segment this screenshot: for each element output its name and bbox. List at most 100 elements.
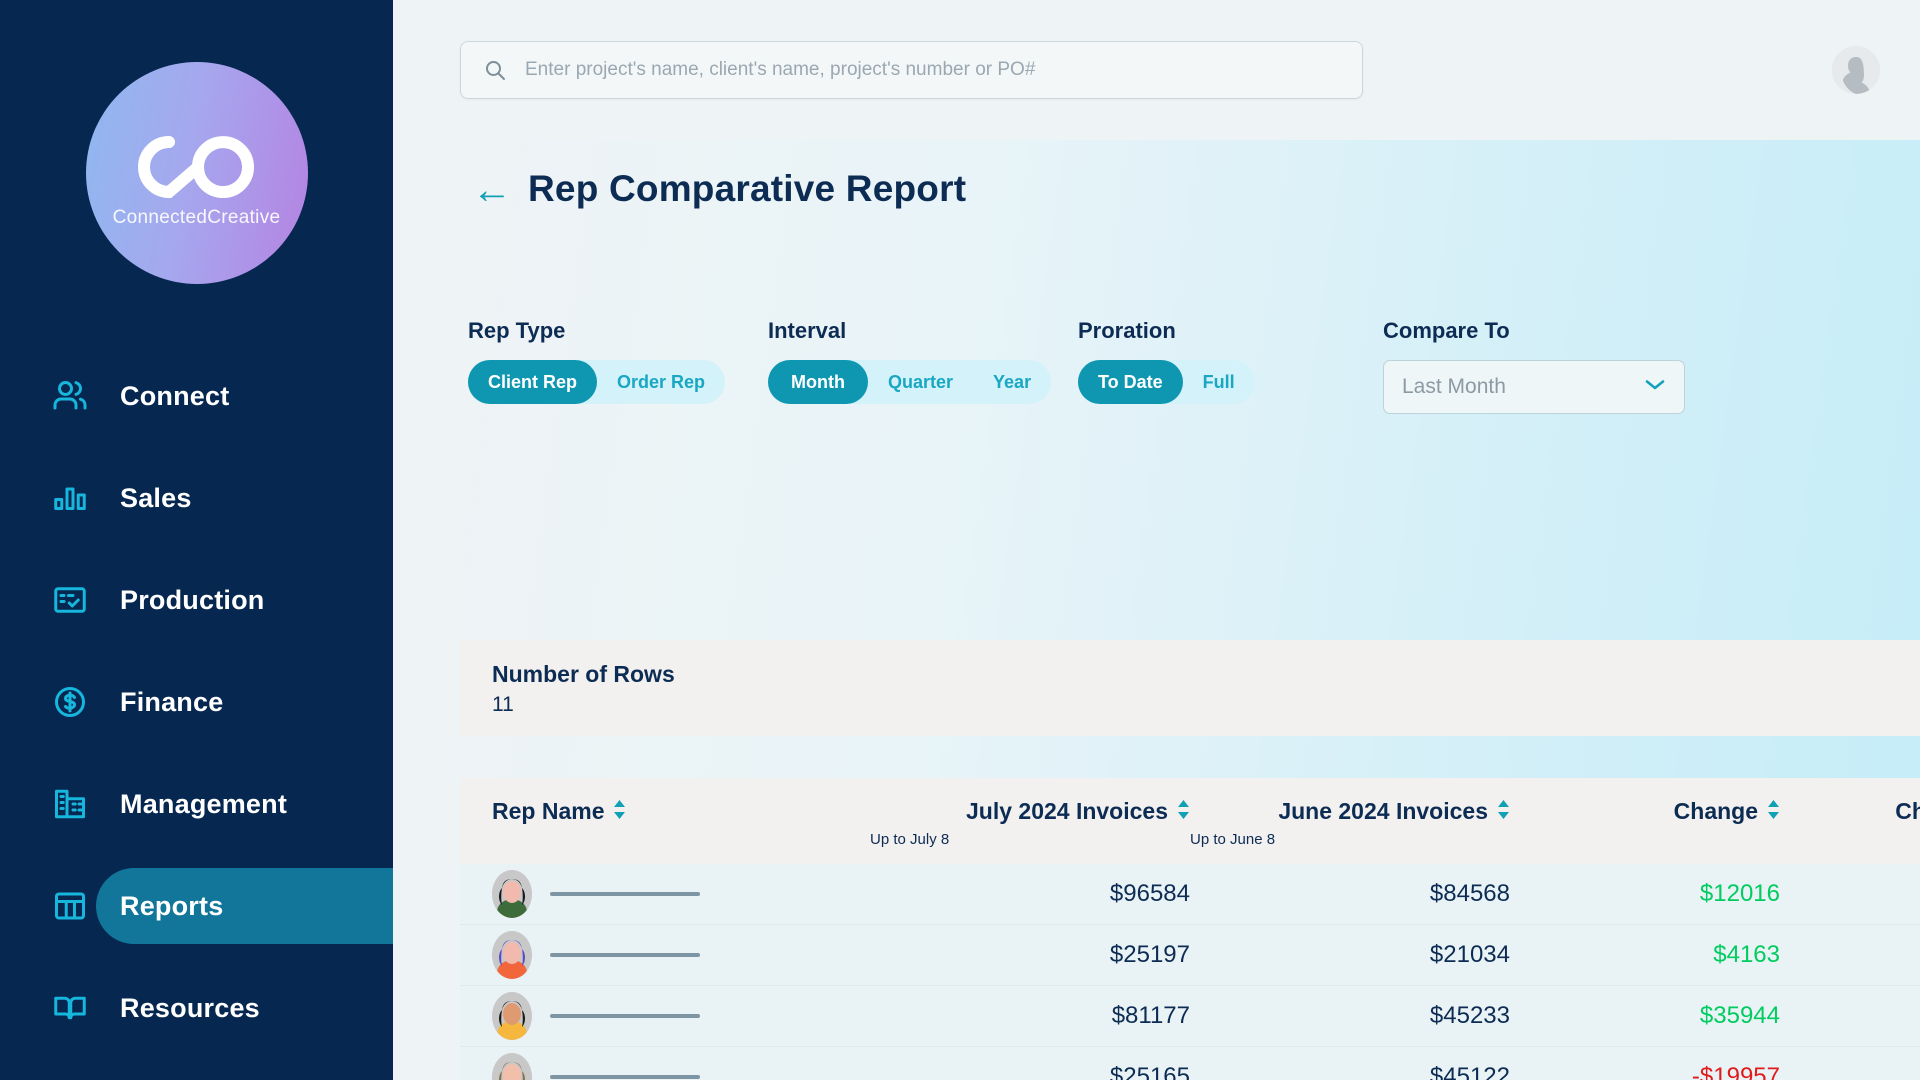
june-invoices-cell: $45233 — [1429, 1002, 1510, 1029]
topbar: Enter project's name, client's name, pro… — [393, 0, 1920, 140]
column-label: Rep Name — [492, 798, 605, 824]
arrow-left-icon[interactable]: ← — [472, 170, 512, 210]
change-cell: $4163 — [1713, 941, 1780, 968]
avatar — [492, 1053, 532, 1080]
compare-to-value: Last Month — [1402, 375, 1506, 398]
page-title: Rep Comparative Report — [528, 168, 967, 209]
row-count-label: Number of Rows — [492, 661, 675, 687]
rep-type-option-order-rep[interactable]: Order Rep — [597, 360, 725, 404]
rep-name-redacted — [550, 953, 700, 957]
rep-name-redacted — [550, 1014, 700, 1018]
filter-label: Compare To — [1383, 318, 1510, 343]
july-invoices-cell: $96584 — [1109, 880, 1190, 907]
column-label: June 2024 Invoices — [1278, 798, 1488, 824]
rep-name-cell — [460, 931, 870, 979]
june-invoices-cell: $84568 — [1429, 880, 1510, 907]
compare-to-select[interactable]: Last Month — [1383, 360, 1685, 414]
sidebar-item-label: Finance — [120, 686, 224, 717]
sidebar-item-connect[interactable]: Connect — [0, 358, 393, 434]
report-panel: ← Rep Comparative Report Actions Get Rep… — [460, 140, 1920, 1080]
interval-option-month[interactable]: Month — [768, 360, 868, 404]
rep-name-cell — [460, 1053, 870, 1080]
column-header-july-invoices[interactable]: July 2024 Invoices Up to July 8 — [870, 798, 1190, 848]
table-header-row: Rep Name July 2024 Invoices Up to July 8… — [460, 778, 1920, 864]
table-row[interactable]: $25165 $45122 -$19957 — [460, 1047, 1920, 1080]
change-cell: $35944 — [1699, 1002, 1780, 1029]
change-cell: -$19957 — [1691, 1063, 1780, 1080]
rep-name-cell — [460, 870, 870, 918]
avatar — [492, 931, 532, 979]
interval-option-quarter[interactable]: Quarter — [868, 360, 973, 404]
proration-segmented-control[interactable]: To Date Full — [1078, 360, 1255, 404]
sidebar: ConnectedCreative Connect Sales Producti… — [0, 0, 403, 1080]
sidebar-item-label: Connect — [120, 380, 230, 411]
filter-proration: Proration To Date Full — [1078, 318, 1383, 414]
sidebar-item-sales[interactable]: Sales — [0, 460, 393, 536]
filter-label: Proration — [1078, 318, 1176, 343]
sidebar-item-label: Reports — [120, 890, 224, 921]
search-placeholder: Enter project's name, client's name, pro… — [525, 59, 1036, 80]
bar-chart-icon — [48, 476, 92, 520]
panel-header: ← Rep Comparative Report Actions Get Rep… — [460, 140, 1920, 270]
sidebar-item-label: Management — [120, 788, 288, 819]
column-label: July 2024 Invoices — [965, 798, 1168, 824]
proration-option-full[interactable]: Full — [1183, 360, 1255, 404]
column-label: Change% — [1895, 798, 1920, 824]
column-header-june-invoices[interactable]: June 2024 Invoices Up to June 8 — [1190, 798, 1510, 848]
june-invoices-cell: $45122 — [1429, 1063, 1510, 1080]
chevron-down-icon — [1644, 378, 1666, 396]
table-row[interactable]: $96584 $84568 $12016 — [460, 864, 1920, 925]
main-content: Enter project's name, client's name, pro… — [393, 0, 1920, 1080]
interval-option-year[interactable]: Year — [973, 360, 1051, 404]
table-body: $96584 $84568 $12016 $25197 $21034 $4163 $8117… — [460, 864, 1920, 1080]
brand-logo[interactable]: ConnectedCreative — [0, 0, 393, 284]
sort-arrows-icon[interactable] — [1497, 798, 1510, 825]
july-invoices-cell: $25165 — [1109, 1063, 1190, 1080]
column-sublabel: Up to July 8 — [870, 831, 950, 848]
report-table: Rep Name July 2024 Invoices Up to July 8… — [460, 778, 1920, 1080]
sort-arrows-icon[interactable] — [1177, 798, 1190, 825]
change-percent-cell — [1780, 996, 1920, 1037]
checklist-icon — [48, 578, 92, 622]
sidebar-item-label: Production — [120, 584, 265, 615]
table-row[interactable]: $25197 $21034 $4163 — [460, 925, 1920, 986]
row-count-summary: Number of Rows 11 — [460, 640, 1920, 736]
dollar-circle-icon — [48, 680, 92, 724]
sidebar-item-resources[interactable]: Resources — [0, 970, 393, 1046]
users-icon — [48, 374, 92, 418]
interval-segmented-control[interactable]: Month Quarter Year — [768, 360, 1052, 404]
column-header-rep-name[interactable]: Rep Name — [460, 798, 870, 825]
sidebar-item-finance[interactable]: Finance — [0, 664, 393, 740]
user-avatar-icon[interactable] — [1832, 46, 1880, 94]
sort-arrows-icon[interactable] — [613, 798, 626, 825]
june-invoices-cell: $21034 — [1429, 941, 1510, 968]
avatar — [492, 992, 532, 1040]
change-percent-cell — [1780, 935, 1920, 976]
building-icon — [48, 782, 92, 826]
sidebar-item-label: Sales — [120, 482, 192, 513]
search-icon — [483, 58, 507, 82]
filter-bar: Rep Type Client Rep Order Rep Interval M… — [460, 270, 1920, 414]
sidebar-item-management[interactable]: Management — [0, 766, 393, 842]
july-invoices-cell: $25197 — [1109, 941, 1190, 968]
sidebar-item-production[interactable]: Production — [0, 562, 393, 638]
sidebar-item-reports[interactable]: Reports — [0, 868, 403, 944]
proration-option-to-date[interactable]: To Date — [1078, 360, 1183, 404]
filter-label: Interval — [768, 318, 847, 343]
filter-rep-type: Rep Type Client Rep Order Rep — [468, 318, 768, 414]
book-icon — [48, 986, 92, 1030]
filter-label: Rep Type — [468, 318, 566, 343]
sort-arrows-icon[interactable] — [1767, 798, 1780, 825]
table-row[interactable]: $81177 $45233 $35944 — [460, 986, 1920, 1047]
avatar — [492, 870, 532, 918]
filter-compare-to: Compare To Last Month — [1383, 318, 1703, 414]
rep-type-option-client-rep[interactable]: Client Rep — [468, 360, 598, 404]
row-count-value: 11 — [492, 693, 514, 716]
rep-name-cell — [460, 992, 870, 1040]
column-header-change[interactable]: Change — [1510, 798, 1780, 825]
table-grid-icon — [48, 884, 92, 928]
july-invoices-cell: $81177 — [1111, 1002, 1190, 1029]
search-input[interactable]: Enter project's name, client's name, pro… — [460, 41, 1363, 99]
rep-type-segmented-control[interactable]: Client Rep Order Rep — [468, 360, 726, 404]
brand-name: ConnectedCreative — [112, 206, 281, 228]
